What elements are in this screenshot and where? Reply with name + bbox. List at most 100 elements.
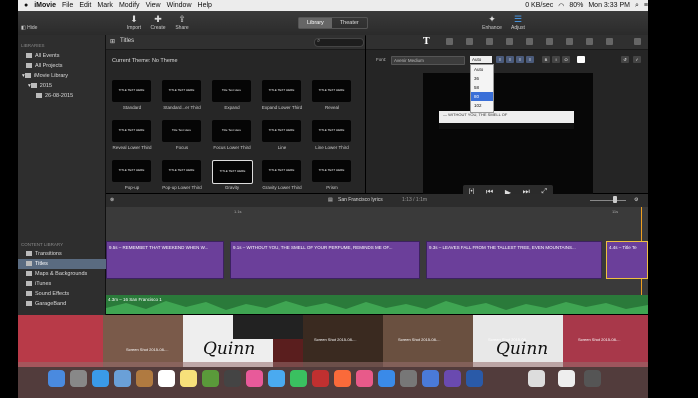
share-button[interactable]: ⇪ Share [170,14,194,31]
reset-all-button[interactable]: ↺ [621,56,629,63]
file-label[interactable]: Screen Shot 2015-08-... [488,337,530,342]
info-icon[interactable] [606,38,613,45]
align-right-button[interactable]: ≡ [516,56,524,63]
menu-help[interactable]: Help [198,2,212,9]
settings-icon[interactable]: ⚙ [634,197,638,203]
sidebar-item-itunes[interactable]: iTunes [18,279,113,289]
finder-icon[interactable] [48,370,65,387]
title-thumbnail[interactable]: TITLE TEXT HERE [162,160,201,182]
sidebar-item-titles[interactable]: Titles [18,259,113,269]
title-thumbnail[interactable]: TITLE TEXT HERE [212,160,253,184]
sidebar-item-maps[interactable]: Maps & Backgrounds [18,269,113,279]
size-option[interactable]: 36 [471,74,493,83]
photobooth-icon[interactable] [312,370,329,387]
create-button[interactable]: ✚ Create [146,14,170,31]
title-thumbnail[interactable]: TITLE TEXT HERE [312,120,351,142]
enhance-button[interactable]: ✦ Enhance [480,14,504,31]
close-icon[interactable]: ⊗ [110,197,114,203]
volume-icon[interactable] [526,38,533,45]
itunes-icon[interactable] [334,370,351,387]
justify-button[interactable]: ≡ [526,56,534,63]
calendar-icon[interactable] [158,370,175,387]
title-thumbnail[interactable]: TITLE TEXT HERE [312,160,351,182]
title-clip[interactable]: 4.4s – Title Te [606,241,648,279]
title-thumbnail[interactable]: Title Text Here [162,120,201,142]
mail-icon[interactable] [114,370,131,387]
file-label[interactable]: Screen Shot 2015-08-... [314,337,356,342]
text-style-icon[interactable]: T [423,37,430,47]
file-label[interactable]: Screen Shot 2015-08-... [578,337,620,342]
title-thumbnail[interactable]: TITLE TEXT HERE [112,120,151,142]
minecraft-icon[interactable] [202,370,219,387]
title-clip[interactable]: 9.3s – LEAVES FALL FROM THE TALLEST TREE… [426,241,602,279]
sidebar-item-2015[interactable]: ▾ 2015 [18,81,115,91]
color-swatch[interactable] [577,56,585,63]
clock[interactable]: Mon 3:33 PM [588,2,630,9]
align-left-button[interactable]: ≡ [496,56,504,63]
size-option[interactable]: Auto [471,65,493,74]
menu-view[interactable]: View [146,2,161,9]
notes-icon[interactable] [180,370,197,387]
sidebar-item-all-projects[interactable]: All Projects [18,61,113,71]
title-thumbnail[interactable]: Title Text Here [212,80,251,102]
facetime-icon[interactable] [290,370,307,387]
launchpad-icon[interactable] [70,370,87,387]
menu-file[interactable]: File [62,2,73,9]
system-preferences-icon[interactable] [400,370,417,387]
title-clip[interactable]: 9.1s – WITHOUT YOU, THE SMELL OF YOUR PE… [230,241,420,279]
battery-percent[interactable]: 80% [569,2,583,9]
photos-icon[interactable] [246,370,263,387]
documents-stack-icon[interactable] [528,370,545,387]
tab-library[interactable]: Library [299,18,332,28]
app-store-icon[interactable] [378,370,395,387]
search-input[interactable]: ⌕ [314,38,364,47]
import-button[interactable]: ⬇ Import [122,14,146,31]
app-menu[interactable]: iMovie [34,2,56,9]
ibooks-icon[interactable] [356,370,373,387]
color-balance-icon[interactable] [446,38,453,45]
download-icon[interactable] [422,370,439,387]
filter-icon[interactable] [586,38,593,45]
list-icon[interactable]: ≡ [644,2,648,9]
title-thumbnail[interactable]: Title Text Here [212,120,251,142]
zoom-handle[interactable] [613,196,617,203]
title-thumbnail[interactable]: TITLE TEXT HERE [312,80,351,102]
apple-menu[interactable]: ● [24,2,28,9]
file-label[interactable]: Screen Shot 2015-08-... [398,337,440,342]
italic-button[interactable]: I [552,56,560,63]
sidebar-item-sound-effects[interactable]: Sound Effects [18,289,113,299]
quicktime-icon[interactable] [466,370,483,387]
menu-window[interactable]: Window [167,2,192,9]
menu-modify[interactable]: Modify [119,2,140,9]
adjust-button[interactable]: ☰ Adjust [506,14,530,31]
speed-icon[interactable] [566,38,573,45]
contacts-icon[interactable] [136,370,153,387]
safari-icon[interactable] [92,370,109,387]
reset-icon[interactable] [634,38,641,45]
noise-reduction-icon[interactable] [546,38,553,45]
title-thumbnail[interactable]: TITLE TEXT HERE [262,160,301,182]
hide-button[interactable]: ◧ Hide [21,25,37,31]
maps-icon[interactable] [224,370,241,387]
imovie-icon[interactable] [444,370,461,387]
stabilization-icon[interactable] [506,38,513,45]
font-select[interactable]: Avenir Medium [391,56,465,65]
downloads-stack-icon[interactable] [558,370,575,387]
audio-clip[interactable]: 4.3m – 16 San Francisco 1 [106,295,648,314]
sidebar-item-garageband[interactable]: GarageBand [18,299,113,309]
file-label[interactable]: Screen Shot 2015-08-... [126,347,168,352]
sidebar-item-all-events[interactable]: All Events [18,51,113,61]
menu-mark[interactable]: Mark [97,2,113,9]
size-option[interactable]: 102 [471,101,493,110]
size-select[interactable]: Auto [470,56,492,63]
title-thumbnail[interactable]: TITLE TEXT HERE [112,80,151,102]
search-icon[interactable]: ⌕ [635,2,639,10]
title-thumbnail[interactable]: TITLE TEXT HERE [262,80,301,102]
sidebar-item-transitions[interactable]: Transitions [18,249,113,259]
title-clip[interactable]: 9.5s – REMEMBET THAT WEEKEND WHEN W... [106,241,224,279]
bold-button[interactable]: B [542,56,550,63]
tab-theater[interactable]: Theater [332,18,367,28]
size-option[interactable]: 58 [471,83,493,92]
trash-icon[interactable] [584,370,601,387]
crop-icon[interactable] [486,38,493,45]
